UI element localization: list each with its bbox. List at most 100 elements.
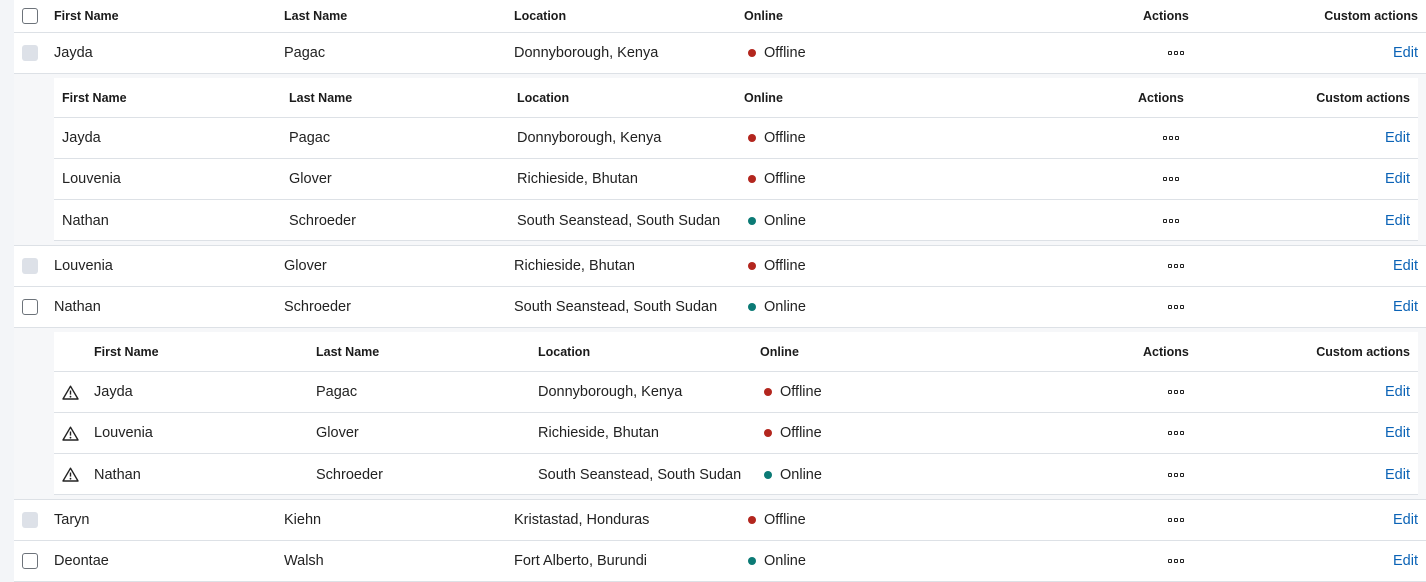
status-dot-icon: [764, 388, 772, 396]
status-label: Online: [764, 553, 806, 569]
row-checkbox[interactable]: [22, 299, 38, 315]
column-header-online[interactable]: Online: [760, 332, 799, 371]
edit-link[interactable]: Edit: [1385, 213, 1410, 229]
column-header-online[interactable]: Online: [744, 78, 783, 117]
more-actions-icon[interactable]: [1163, 136, 1179, 140]
table-row[interactable]: Taryn Kiehn Kristastad, Honduras Offline…: [14, 500, 1426, 541]
more-actions-icon[interactable]: [1168, 264, 1184, 268]
status-label: Online: [764, 212, 806, 229]
column-header-location[interactable]: Location: [514, 0, 566, 32]
status-label: Offline: [764, 512, 806, 528]
status-cell: Offline: [764, 413, 822, 453]
expanded-row-detail: First Name Last Name Location Online Act…: [14, 74, 1426, 246]
status-dot-icon: [748, 134, 756, 142]
column-header-last-name[interactable]: Last Name: [316, 332, 379, 371]
status-label: Offline: [764, 171, 806, 187]
table-row[interactable]: Deontae Walsh Fort Alberto, Burundi Onli…: [14, 541, 1426, 582]
last-name-cell: Pagac: [289, 130, 331, 146]
column-header-first-name[interactable]: First Name: [62, 78, 127, 117]
last-name-cell: Glover: [316, 425, 359, 441]
first-name-cell: Jayda: [94, 384, 133, 400]
column-header-location[interactable]: Location: [517, 78, 569, 117]
first-name-cell: Jayda: [62, 130, 101, 146]
table-header: First Name Last Name Location Online Act…: [14, 0, 1426, 33]
edit-link[interactable]: Edit: [1393, 512, 1418, 528]
location-cell: Donnyborough, Kenya: [514, 45, 659, 61]
location-cell: South Seanstead, South Sudan: [517, 212, 721, 229]
edit-link[interactable]: Edit: [1385, 384, 1410, 400]
column-header-location[interactable]: Location: [538, 332, 590, 371]
first-name-cell: Nathan: [62, 212, 109, 229]
first-name-cell: Louvenia: [94, 425, 153, 441]
status-dot-icon: [748, 303, 756, 311]
edit-link[interactable]: Edit: [1393, 553, 1418, 569]
left-gutter: [0, 0, 14, 582]
status-cell: Offline: [748, 33, 806, 73]
edit-link[interactable]: Edit: [1393, 45, 1418, 61]
location-cell: Fort Alberto, Burundi: [514, 553, 647, 569]
location-cell: Richieside, Bhutan: [538, 425, 659, 441]
first-name-cell: Nathan: [94, 466, 141, 483]
status-dot-icon: [764, 470, 772, 479]
nested-table-row[interactable]: Nathan Schroeder South Seanstead, South …: [54, 454, 1418, 495]
first-name-cell: Nathan: [54, 299, 101, 315]
row-checkbox[interactable]: [22, 553, 38, 569]
status-dot-icon: [764, 429, 772, 437]
nested-table-row[interactable]: Jayda Pagac Donnyborough, Kenya Offline …: [54, 372, 1418, 413]
column-header-last-name[interactable]: Last Name: [284, 0, 347, 32]
more-actions-icon[interactable]: [1163, 177, 1179, 181]
edit-link[interactable]: Edit: [1393, 299, 1418, 315]
more-actions-icon[interactable]: [1168, 559, 1184, 563]
column-header-first-name[interactable]: First Name: [54, 0, 119, 32]
status-cell: Online: [748, 541, 806, 581]
more-actions-icon[interactable]: [1168, 305, 1184, 309]
last-name-cell: Schroeder: [289, 212, 356, 229]
row-checkbox: [22, 45, 38, 61]
edit-link[interactable]: Edit: [1385, 171, 1410, 187]
first-name-cell: Deontae: [54, 553, 109, 569]
status-dot-icon: [748, 557, 756, 565]
location-cell: Kristastad, Honduras: [514, 512, 650, 528]
column-header-last-name[interactable]: Last Name: [289, 78, 352, 117]
warning-icon: [62, 372, 79, 412]
column-header-actions: Actions: [1143, 9, 1189, 23]
location-cell: Richieside, Bhutan: [514, 258, 635, 274]
edit-link[interactable]: Edit: [1385, 425, 1410, 441]
more-actions-icon[interactable]: [1163, 218, 1179, 223]
status-label: Offline: [764, 45, 806, 61]
column-header-first-name[interactable]: First Name: [94, 332, 159, 371]
status-cell: Offline: [748, 159, 806, 199]
expanded-row-detail: First Name Last Name Location Online Act…: [14, 328, 1426, 500]
column-header-actions: Actions: [1138, 90, 1184, 105]
column-header-custom-actions: Custom actions: [1324, 9, 1418, 23]
select-all-checkbox[interactable]: [22, 8, 38, 24]
last-name-cell: Glover: [289, 171, 332, 187]
more-actions-icon[interactable]: [1168, 472, 1184, 477]
nested-table-row[interactable]: Jayda Pagac Donnyborough, Kenya Offline …: [54, 118, 1418, 159]
nested-table-row[interactable]: Nathan Schroeder South Seanstead, South …: [54, 200, 1418, 241]
first-name-cell: Jayda: [54, 45, 93, 61]
more-actions-icon[interactable]: [1168, 51, 1184, 55]
location-cell: South Seanstead, South Sudan: [514, 299, 718, 315]
status-label: Online: [780, 466, 822, 483]
nested-table: First Name Last Name Location Online Act…: [54, 78, 1418, 241]
nested-table-row[interactable]: Louvenia Glover Richieside, Bhutan Offli…: [54, 413, 1418, 454]
status-cell: Online: [748, 200, 806, 241]
status-cell: Online: [748, 287, 806, 327]
last-name-cell: Walsh: [284, 553, 324, 569]
more-actions-icon[interactable]: [1168, 518, 1184, 522]
column-header-online[interactable]: Online: [744, 0, 783, 32]
table-row[interactable]: Louvenia Glover Richieside, Bhutan Offli…: [14, 246, 1426, 287]
first-name-cell: Taryn: [54, 512, 90, 528]
status-cell: Offline: [764, 372, 822, 412]
table-row[interactable]: Nathan Schroeder South Seanstead, South …: [14, 287, 1426, 328]
edit-link[interactable]: Edit: [1385, 130, 1410, 146]
edit-link[interactable]: Edit: [1393, 258, 1418, 274]
edit-link[interactable]: Edit: [1385, 467, 1410, 483]
table-row[interactable]: Jayda Pagac Donnyborough, Kenya Offline …: [14, 33, 1426, 74]
nested-table-row[interactable]: Louvenia Glover Richieside, Bhutan Offli…: [54, 159, 1418, 200]
more-actions-icon[interactable]: [1168, 431, 1184, 435]
last-name-cell: Kiehn: [284, 512, 322, 528]
first-name-cell: Louvenia: [54, 258, 113, 274]
more-actions-icon[interactable]: [1168, 390, 1184, 394]
